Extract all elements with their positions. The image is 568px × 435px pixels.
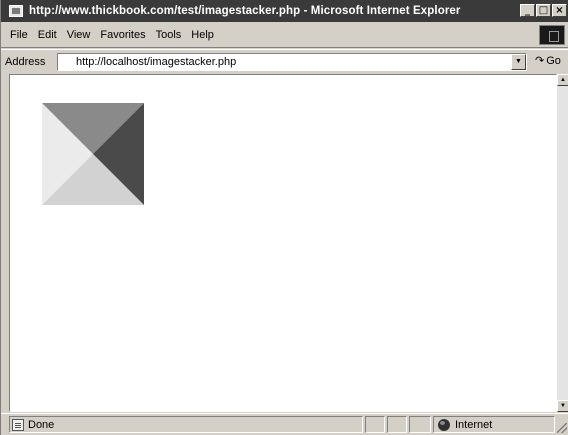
ie-page-icon <box>9 5 23 17</box>
go-label: Go <box>546 54 561 67</box>
status-panel: Done <box>9 416 363 433</box>
title-bar[interactable]: http://www.thickbook.com/test/imagestack… <box>1 0 568 22</box>
address-label: Address <box>5 55 46 68</box>
resize-grip-icon[interactable] <box>557 423 567 433</box>
menu-tools[interactable]: Tools <box>151 29 187 41</box>
close-button[interactable]: × <box>552 4 567 17</box>
address-input[interactable] <box>58 56 498 68</box>
menu-favorites[interactable]: Favorites <box>95 29 150 41</box>
zone-label: Internet <box>455 418 493 431</box>
windows-logo-icon <box>539 25 565 45</box>
status-segment <box>365 416 385 433</box>
maximize-button[interactable]: □ <box>536 4 551 17</box>
status-segment <box>387 416 407 433</box>
menu-file[interactable]: File <box>5 29 33 41</box>
status-segment <box>409 416 431 433</box>
status-bar: Done Internet <box>1 413 568 435</box>
address-box: ▼ <box>57 53 527 71</box>
scroll-up-button[interactable]: ▲ <box>557 74 568 86</box>
go-button[interactable]: ↷ Go <box>535 54 561 68</box>
globe-icon <box>438 418 450 431</box>
address-dropdown-button[interactable]: ▼ <box>511 54 526 70</box>
vertical-scrollbar[interactable]: ▲ ▼ <box>557 74 568 412</box>
window-controls: _ □ × <box>520 4 567 17</box>
scroll-down-button[interactable]: ▼ <box>557 400 568 412</box>
window-title: http://www.thickbook.com/test/imagestack… <box>29 5 461 17</box>
browser-window: http://www.thickbook.com/test/imagestack… <box>0 0 568 435</box>
menu-view[interactable]: View <box>62 29 96 41</box>
security-zone: Internet <box>433 416 555 433</box>
page-content <box>9 74 557 412</box>
page-done-icon <box>12 418 24 431</box>
go-arrow-icon: ↷ <box>535 55 545 67</box>
stacked-triangles-image <box>42 103 144 205</box>
minimize-button[interactable]: _ <box>520 4 535 17</box>
menu-help[interactable]: Help <box>186 29 219 41</box>
menu-bar: File Edit View Favorites Tools Help <box>1 22 568 48</box>
address-bar: Address ▼ ↷ Go <box>1 49 568 73</box>
menu-edit[interactable]: Edit <box>33 29 62 41</box>
status-text: Done <box>28 418 55 431</box>
